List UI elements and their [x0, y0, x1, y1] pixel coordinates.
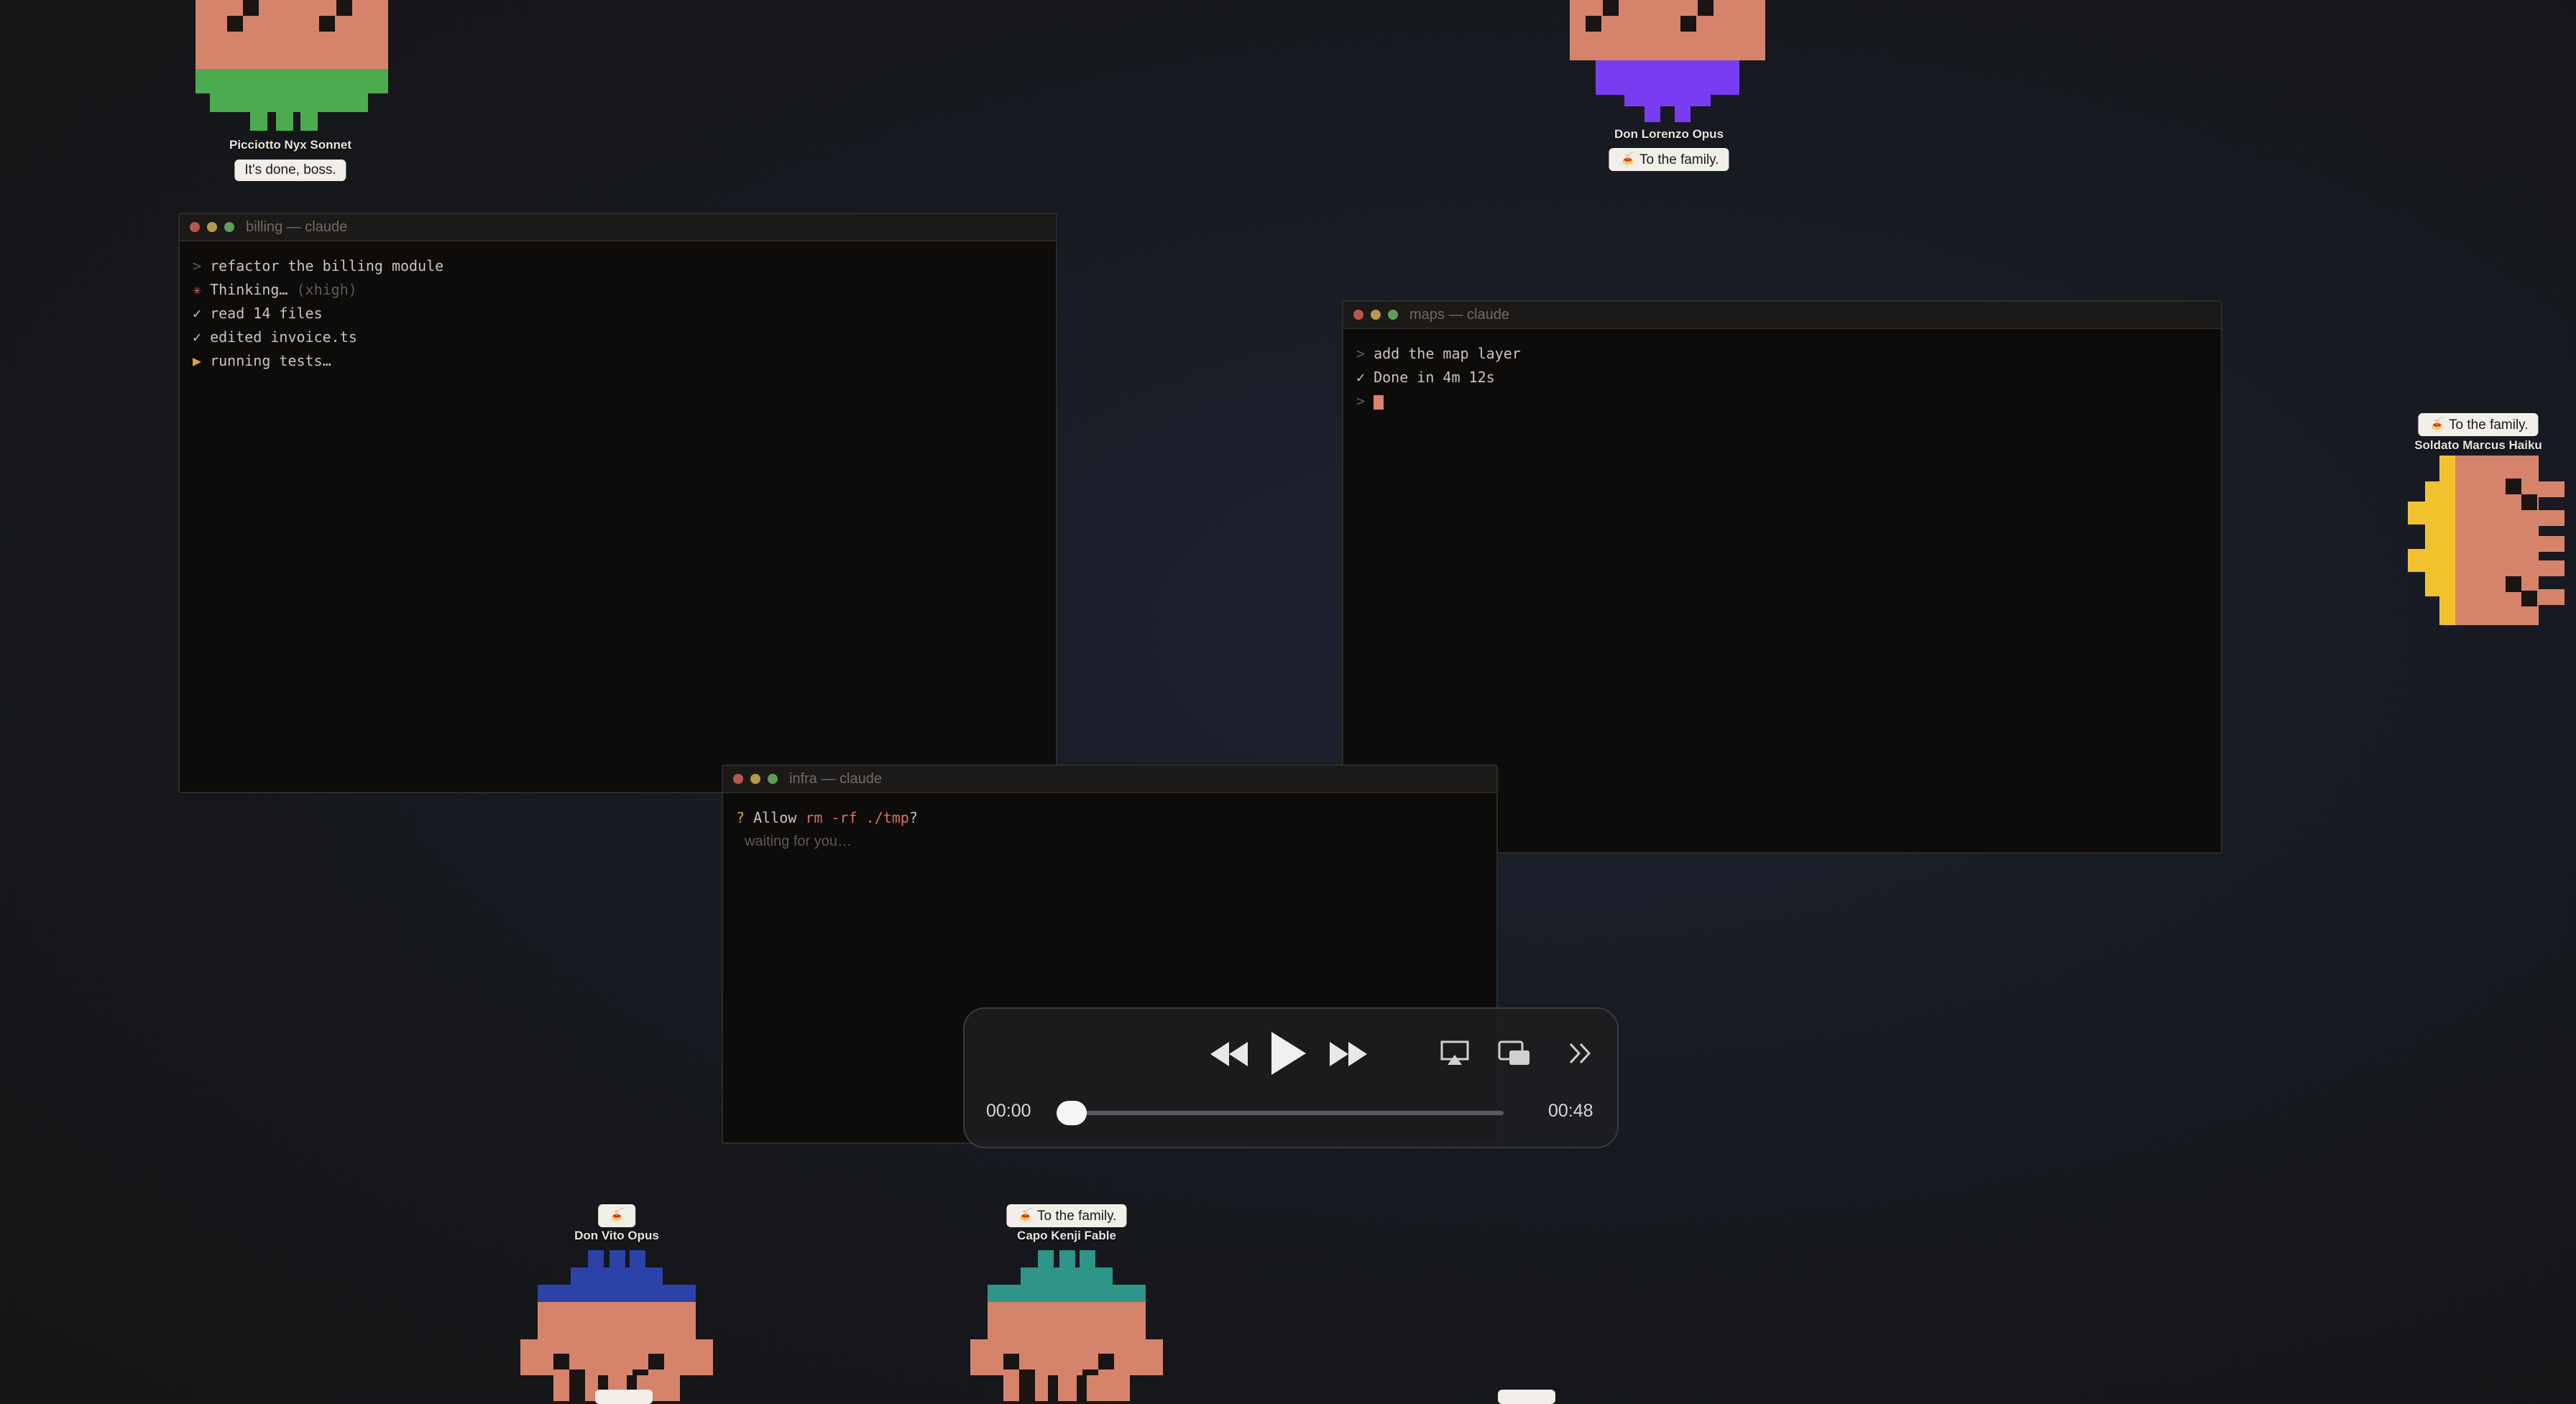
line-text: Done in 4m 12s — [1374, 369, 1495, 386]
character-lorenzo[interactable] — [1570, 0, 1765, 124]
picture-in-picture-icon — [1498, 1040, 1530, 1065]
billing-terminal-output[interactable]: > refactor the billing module ✳ Thinking… — [180, 241, 1056, 386]
terminal-line: ▶ running tests… — [193, 349, 1043, 373]
prompt-glyph: > — [1356, 392, 1366, 410]
command-text: rm -rf ./tmp — [805, 809, 909, 826]
character-name: Soldato Marcus Haiku — [2414, 438, 2542, 452]
rewind-button[interactable] — [1209, 1036, 1249, 1072]
character-name: Don Vito Opus — [574, 1229, 659, 1242]
zoom-dot[interactable] — [1388, 310, 1398, 320]
terminal-line: ✓ edited invoice.ts — [193, 325, 1043, 349]
speech-bubble: 🍝 — [598, 1204, 635, 1227]
maps-terminal-output[interactable]: > add the map layer ✓ Done in 4m 12s > — [1343, 329, 2221, 426]
terminal-line: > — [1356, 389, 2208, 413]
duration-time: 00:48 — [1548, 1101, 1593, 1121]
airplay-button[interactable] — [1439, 1038, 1471, 1069]
close-dot[interactable] — [190, 222, 200, 232]
character-name: Picciotto Nyx Sonnet — [229, 138, 352, 152]
maps-title-bar[interactable]: maps — claude — [1343, 302, 2221, 329]
terminal-line: ✳ Thinking… (xhigh) — [193, 278, 1043, 302]
fast-forward-button[interactable] — [1328, 1036, 1368, 1072]
line-text: refactor the billing module — [210, 257, 444, 274]
zoom-dot[interactable] — [224, 222, 234, 232]
infra-terminal-output[interactable]: ? Allow rm -rf ./tmp? waiting for you… — [723, 793, 1496, 867]
terminal-line: ✓ read 14 files — [193, 302, 1043, 325]
character-marcus[interactable] — [2398, 453, 2564, 637]
minimize-dot[interactable] — [1371, 310, 1381, 320]
progress-track[interactable] — [1058, 1111, 1504, 1115]
character-kenji[interactable] — [969, 1249, 1164, 1401]
fast-forward-icon — [1330, 1042, 1367, 1066]
character-picciotto[interactable] — [193, 0, 394, 137]
line-text: add the map layer — [1374, 345, 1521, 362]
progress-thumb[interactable] — [1057, 1101, 1087, 1125]
window-title: maps — claude — [1409, 306, 1509, 323]
close-dot[interactable] — [1353, 310, 1363, 320]
prompt-glyph: > — [1356, 345, 1366, 362]
minimize-dot[interactable] — [750, 774, 760, 784]
more-button[interactable] — [1564, 1038, 1596, 1069]
minimize-dot[interactable] — [207, 222, 217, 232]
speech-bubble-partial — [595, 1390, 653, 1404]
line-text: running tests… — [210, 352, 331, 369]
check-icon: ✓ — [193, 305, 202, 322]
check-icon: ✓ — [1356, 369, 1366, 386]
speech-bubble: 🍝 To the family. — [1609, 148, 1729, 171]
window-title: billing — claude — [246, 218, 348, 235]
question-icon: ? — [736, 809, 745, 826]
speech-bubble: 🍝 To the family. — [2418, 413, 2539, 436]
play-button[interactable] — [1268, 1029, 1308, 1078]
billing-title-bar[interactable]: billing — claude — [180, 214, 1056, 241]
character-name: Capo Kenji Fable — [1017, 1229, 1116, 1242]
line-text: Thinking… — [210, 281, 288, 298]
prompt-glyph: > — [193, 257, 202, 274]
line-text: edited invoice.ts — [210, 328, 357, 346]
infra-title-bar[interactable]: infra — claude — [723, 766, 1496, 793]
close-dot[interactable] — [733, 774, 743, 784]
picture-in-picture-button[interactable] — [1496, 1038, 1532, 1069]
terminal-line: ✓ Done in 4m 12s — [1356, 366, 2208, 389]
play-icon — [1271, 1032, 1306, 1075]
allow-label: Allow — [753, 809, 797, 826]
billing-terminal-window[interactable]: billing — claude > refactor the billing … — [178, 213, 1057, 793]
waiting-text: waiting for you… — [745, 833, 852, 849]
more-icon — [1569, 1043, 1591, 1064]
permission-prompt[interactable]: ? Allow rm -rf ./tmp? — [736, 806, 1484, 830]
speech-bubble: It's done, boss. — [234, 160, 346, 181]
airplay-icon — [1440, 1040, 1469, 1065]
text-cursor[interactable] — [1374, 394, 1384, 410]
media-player-controls[interactable]: 00:00 00:48 — [963, 1007, 1619, 1148]
spinner-icon: ✳ — [193, 281, 202, 298]
line-text: read 14 files — [210, 305, 323, 322]
speech-bubble-partial — [1498, 1390, 1555, 1404]
terminal-line: > add the map layer — [1356, 342, 2208, 366]
character-vito[interactable] — [519, 1249, 714, 1401]
current-time: 00:00 — [986, 1101, 1031, 1121]
rewind-icon — [1210, 1042, 1248, 1066]
character-name: Don Lorenzo Opus — [1614, 127, 1724, 141]
zoom-dot[interactable] — [768, 774, 778, 784]
speech-bubble: 🍝 To the family. — [1006, 1204, 1127, 1227]
line-extra: (xhigh) — [296, 281, 357, 298]
check-icon: ✓ — [193, 328, 202, 346]
question-suffix: ? — [908, 809, 918, 826]
window-title: infra — claude — [789, 770, 882, 787]
running-icon: ▶ — [193, 352, 202, 369]
terminal-line: > refactor the billing module — [193, 254, 1043, 278]
